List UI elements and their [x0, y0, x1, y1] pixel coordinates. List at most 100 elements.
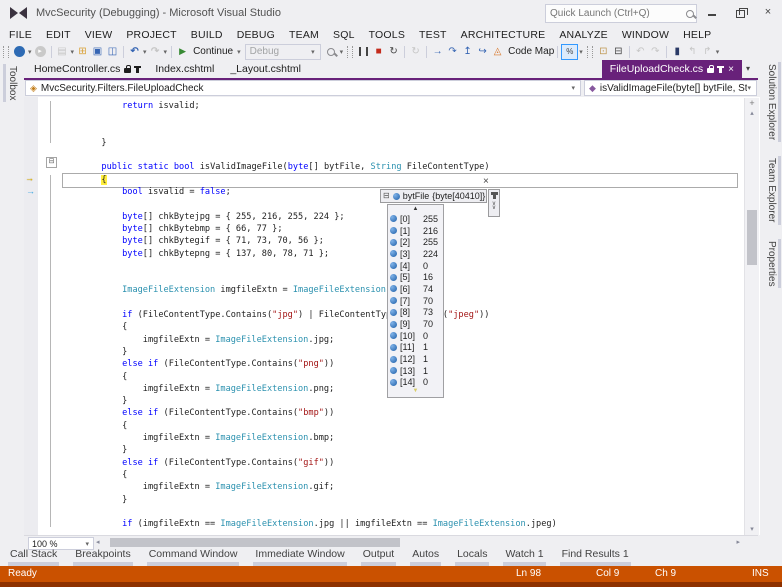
menu-project[interactable]: PROJECT — [119, 27, 183, 43]
datatip-row[interactable]: [9] 70 — [388, 318, 443, 330]
menu-file[interactable]: FILE — [2, 27, 39, 43]
tab-homecontroller-cs[interactable]: HomeController.cs — [26, 60, 147, 78]
datatip-header[interactable]: ⊟ bytFile {byte[40410]} — [380, 189, 487, 203]
restart-button[interactable]: ↻ — [387, 44, 400, 59]
type-dropdown[interactable]: ◈ MvcSecurity.Filters.FileUploadCheck ▾ — [25, 80, 581, 96]
bottom-tab-locals[interactable]: Locals — [455, 548, 490, 566]
menu-build[interactable]: BUILD — [184, 27, 230, 43]
toggle-bookmark-button[interactable]: ▮ — [671, 44, 684, 59]
break-all-button[interactable] — [357, 44, 370, 59]
bottom-tab-breakpoints[interactable]: Breakpoints — [73, 548, 133, 566]
datatip-row[interactable]: [5] 16 — [388, 271, 443, 283]
datatip-row[interactable]: [6] 74 — [388, 283, 443, 295]
restore-button[interactable] — [734, 6, 748, 18]
continue-dropdown-icon[interactable]: ▾ — [237, 48, 241, 56]
navigate-back-dropdown-icon[interactable]: ▾ — [28, 48, 32, 56]
datatip-row[interactable]: [4] 0 — [388, 260, 443, 272]
menu-help[interactable]: HELP — [676, 27, 718, 43]
toolbar-overflow-icon[interactable]: ▾ — [716, 48, 720, 56]
navigate-backward-region-button[interactable]: ↶ — [634, 44, 647, 59]
splitter-grip-icon[interactable]: + — [745, 98, 759, 108]
close-button[interactable]: × — [762, 6, 774, 18]
sidebar-tab-team-explorer[interactable]: Team Explorer — [765, 156, 781, 225]
datatip-row[interactable]: [11] 1 — [388, 342, 443, 354]
datatip-row[interactable]: [8] 73 — [388, 307, 443, 319]
continue-play-icon[interactable]: ▶ — [176, 44, 189, 59]
step-out-button[interactable]: ↥ — [461, 44, 474, 59]
tab-list-dropdown-icon[interactable]: ▾ — [746, 64, 750, 73]
undo-button[interactable]: ↶ — [128, 44, 141, 59]
datatip-scroll-up-icon[interactable]: ▲ — [388, 205, 443, 213]
toolbar-grip[interactable] — [586, 45, 593, 58]
quick-launch-box[interactable] — [545, 4, 697, 23]
tab--layout-cshtml[interactable]: _Layout.cshtml — [222, 60, 309, 78]
redo-dropdown-icon[interactable]: ▾ — [164, 48, 168, 56]
close-icon[interactable]: × — [728, 64, 734, 75]
undo-dropdown-icon[interactable]: ▾ — [143, 48, 147, 56]
save-all-button[interactable]: ◫ — [106, 44, 119, 59]
navigate-back-button[interactable]: ◂ — [13, 44, 26, 59]
tab-fileuploadcheck-cs[interactable]: FileUploadCheck.cs × — [601, 60, 742, 78]
scroll-down-icon[interactable]: ▾ — [745, 525, 759, 533]
minimize-button[interactable] — [706, 6, 718, 18]
menu-edit[interactable]: EDIT — [39, 27, 78, 43]
menu-view[interactable]: VIEW — [78, 27, 120, 43]
navigate-forward-region-button[interactable]: ↷ — [649, 44, 662, 59]
toolbar-grip[interactable] — [3, 45, 9, 58]
datatip-collapse-icon[interactable]: ⊟ — [383, 192, 390, 200]
run-to-cursor-button[interactable]: ↪ — [476, 44, 489, 59]
bottom-tab-immediate-window[interactable]: Immediate Window — [253, 548, 347, 566]
menu-test[interactable]: TEST — [412, 27, 454, 43]
datatip-scroll-down-icon[interactable]: ▼ — [388, 388, 443, 396]
vertical-scroll-thumb[interactable] — [747, 210, 757, 265]
sidebar-tab-toolbox[interactable]: Toolbox — [6, 64, 19, 102]
member-dropdown[interactable]: ◆ isValidImageFile(byte[] bytFile, Strin… — [584, 80, 757, 96]
datatip-row[interactable]: [2] 255 — [388, 236, 443, 248]
horizontal-scrollbar[interactable]: 100 % ▾ ◂ ▸ — [24, 535, 758, 550]
bottom-tab-autos[interactable]: Autos — [410, 548, 442, 566]
redo-button[interactable]: ↷ — [149, 44, 162, 59]
menu-debug[interactable]: DEBUG — [230, 27, 282, 43]
collapse-region-icon[interactable]: ⊟ — [46, 157, 57, 168]
scroll-up-icon[interactable]: ▴ — [745, 109, 759, 117]
menu-window[interactable]: WINDOW — [615, 27, 676, 43]
quick-launch-input[interactable] — [546, 8, 686, 19]
sidebar-tab-solution-explorer[interactable]: Solution Explorer — [765, 62, 781, 143]
save-button[interactable]: ▣ — [91, 44, 104, 59]
navigate-forward-button[interactable]: ▸ — [34, 44, 47, 59]
scroll-left-icon[interactable]: ◂ — [96, 538, 100, 546]
bottom-tab-call-stack[interactable]: Call Stack — [8, 548, 60, 566]
next-bookmark-button[interactable]: ↱ — [701, 44, 714, 59]
menu-sql[interactable]: SQL — [326, 27, 362, 43]
continue-button[interactable]: Continue — [193, 46, 233, 57]
navigation-arrow-icon[interactable]: → — [26, 186, 35, 196]
vertical-scrollbar[interactable]: + ▴ ▾ — [744, 98, 759, 535]
expand-comments-icon[interactable]: ∨ ∨ — [492, 201, 496, 211]
breakpoints-window-button[interactable]: ⊟ — [612, 44, 625, 59]
datatip-row[interactable]: [13] 1 — [388, 365, 443, 377]
datatip-row[interactable]: [3] 224 — [388, 248, 443, 260]
show-next-statement-button[interactable]: ↻ — [409, 44, 422, 59]
scroll-right-icon[interactable]: ▸ — [736, 538, 740, 546]
menu-tools[interactable]: TOOLS — [362, 27, 412, 43]
indicator-margin[interactable] — [24, 97, 38, 535]
current-statement-arrow-icon[interactable]: → — [25, 173, 34, 183]
bottom-tab-command-window[interactable]: Command Window — [146, 548, 240, 566]
pin-icon[interactable] — [491, 192, 498, 199]
output-window-button[interactable]: ⊡ — [597, 44, 610, 59]
bottom-tab-find-results-1[interactable]: Find Results 1 — [559, 548, 631, 566]
find-in-files-button[interactable] — [325, 44, 338, 59]
open-file-button[interactable]: ▤ — [56, 44, 69, 59]
bottom-tab-watch-1[interactable]: Watch 1 — [503, 548, 546, 566]
tab-index-cshtml[interactable]: Index.cshtml — [147, 60, 222, 78]
hex-dropdown-icon[interactable]: ▾ — [579, 48, 583, 56]
horizontal-scroll-thumb[interactable] — [110, 538, 400, 547]
menu-architecture[interactable]: ARCHITECTURE — [454, 27, 553, 43]
menu-team[interactable]: TEAM — [282, 27, 326, 43]
menu-analyze[interactable]: ANALYZE — [552, 27, 614, 43]
bottom-tab-output[interactable]: Output — [360, 548, 397, 566]
add-item-button[interactable]: ⊞ — [76, 44, 89, 59]
solution-configurations-dropdown[interactable]: Debug ▾ — [244, 43, 321, 60]
datatip-row[interactable]: [0] 255 — [388, 213, 443, 225]
previous-bookmark-button[interactable]: ↰ — [686, 44, 699, 59]
